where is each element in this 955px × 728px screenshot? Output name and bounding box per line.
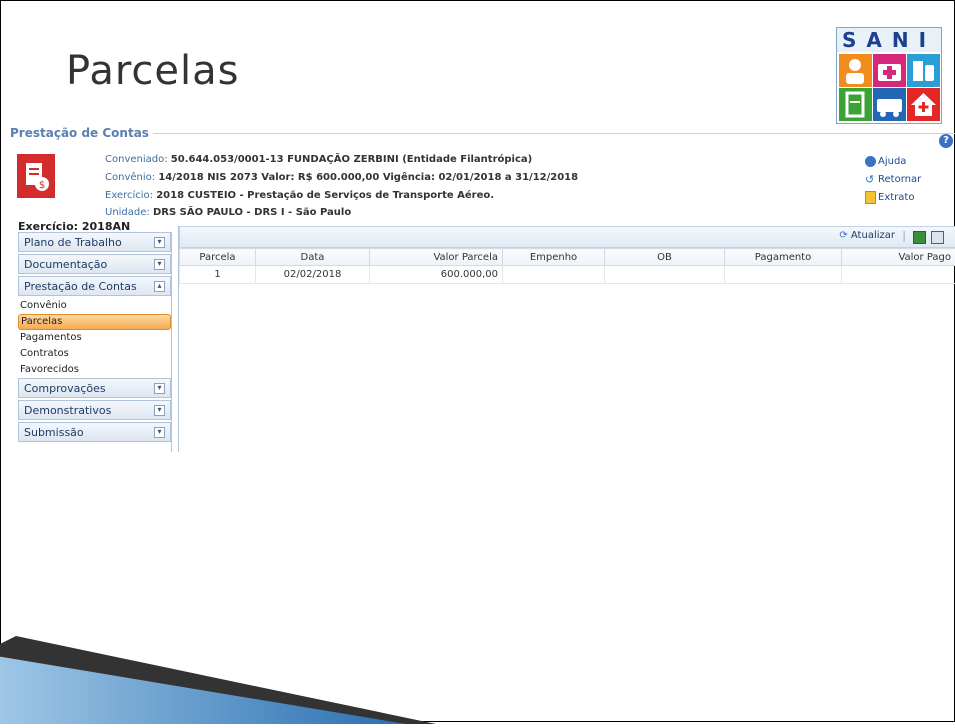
sub-favorecidos[interactable]: Favorecidos (18, 362, 171, 378)
col-valor-pago[interactable]: Valor Pago (842, 249, 955, 266)
pharmacy-icon (907, 54, 940, 87)
col-ob[interactable]: OB (605, 249, 725, 266)
table-header-row: Parcela Data Valor Parcela Empenho OB Pa… (180, 249, 955, 266)
col-valor-parcela[interactable]: Valor Parcela (370, 249, 503, 266)
atualizar-button[interactable]: ⟳ Atualizar (839, 230, 895, 241)
slide-decoration (0, 596, 456, 724)
refresh-icon: ⟳ (839, 230, 847, 241)
logo-wordmark: SANI (837, 28, 941, 52)
toolbar-separator: | (902, 229, 906, 242)
info-exercicio: Exercício: 2018 CUSTEIO - Prestação de S… (105, 190, 494, 201)
cell-ob (605, 266, 725, 284)
excel-export-icon[interactable] (913, 231, 926, 244)
chevron-down-icon[interactable]: ▾ (154, 259, 165, 270)
chevron-down-icon[interactable]: ▾ (154, 237, 165, 248)
ambulance-icon (873, 88, 906, 121)
info-conveniado: Conveniado: 50.644.053/0001-13 FUNDAÇÃO … (105, 154, 532, 165)
retornar-link[interactable]: ↺ Retornar (865, 170, 921, 188)
sub-pagamentos[interactable]: Pagamentos (18, 330, 171, 346)
hospital-icon (907, 88, 940, 121)
cell-valor-parcela: 600.000,00 (370, 266, 503, 284)
sani-logo: SANI (836, 27, 942, 124)
document-icon (839, 88, 872, 121)
col-empenho[interactable]: Empenho (503, 249, 605, 266)
sub-convenio[interactable]: Convênio (18, 298, 171, 314)
doctor-icon (839, 54, 872, 87)
col-pagamento[interactable]: Pagamento (725, 249, 842, 266)
svg-text:$: $ (39, 180, 45, 191)
cell-valor-pago (842, 266, 955, 284)
cell-empenho (503, 266, 605, 284)
ledger-icon (865, 191, 876, 204)
print-export-icon[interactable] (931, 231, 944, 244)
chevron-down-icon[interactable]: ▾ (154, 383, 165, 394)
app-panel: Prestação de Contas ? $ Conveniado: 50.6… (10, 126, 955, 452)
sub-parcelas[interactable]: Parcelas (18, 314, 171, 330)
menu-prestacao-contas[interactable]: Prestação de Contas ▴ (18, 276, 171, 296)
cell-data: 02/02/2018 (256, 266, 370, 284)
col-parcela[interactable]: Parcela (180, 249, 256, 266)
actions-panel: Ajuda ↺ Retornar Extrato (865, 152, 921, 206)
info-unidade: Unidade: DRS SÃO PAULO - DRS I - São Pau… (105, 207, 351, 218)
chevron-down-icon[interactable]: ▾ (154, 405, 165, 416)
cell-pagamento (725, 266, 842, 284)
slide-title: Parcelas (66, 48, 239, 94)
cell-parcela: 1 (180, 266, 256, 284)
extrato-link[interactable]: Extrato (865, 188, 921, 206)
col-data[interactable]: Data (256, 249, 370, 266)
sidebar: Plano de Trabalho ▾ Documentação ▾ Prest… (18, 232, 172, 452)
menu-demonstrativos[interactable]: Demonstrativos ▾ (18, 400, 171, 420)
menu-documentacao[interactable]: Documentação ▾ (18, 254, 171, 274)
sub-contratos[interactable]: Contratos (18, 346, 171, 362)
chevron-down-icon[interactable]: ▾ (154, 427, 165, 438)
return-arrow-icon: ↺ (865, 174, 876, 185)
table-row[interactable]: 1 02/02/2018 600.000,00 (180, 266, 955, 284)
grid-panel: ⟳ Atualizar | Parcela Data Valor Parcela… (178, 226, 955, 452)
parcelas-table: Parcela Data Valor Parcela Empenho OB Pa… (179, 248, 955, 284)
ajuda-link[interactable]: Ajuda (865, 152, 921, 170)
chevron-up-icon[interactable]: ▴ (154, 281, 165, 292)
menu-plano-trabalho[interactable]: Plano de Trabalho ▾ (18, 232, 171, 252)
info-convenio: Convênio: 14/2018 NIS 2073 Valor: R$ 600… (105, 172, 578, 183)
grid-toolbar: ⟳ Atualizar | (179, 226, 955, 248)
section-legend: Prestação de Contas (10, 126, 153, 140)
help-icon[interactable]: ? (939, 134, 953, 148)
help-icon (865, 156, 876, 167)
menu-submissao[interactable]: Submissão ▾ (18, 422, 171, 442)
invoice-icon: $ (17, 154, 55, 198)
menu-comprovacoes[interactable]: Comprovações ▾ (18, 378, 171, 398)
medkit-icon (873, 54, 906, 87)
